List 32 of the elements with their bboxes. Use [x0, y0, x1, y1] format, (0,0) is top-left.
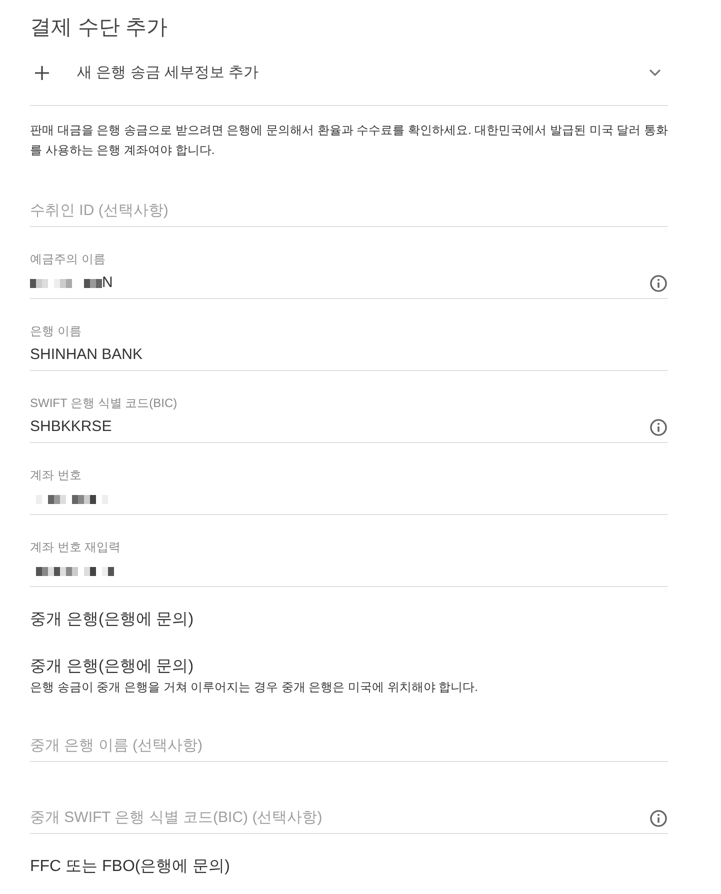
info-icon[interactable] — [650, 810, 667, 826]
field-placeholder: 중개 은행 이름 (선택사항) — [30, 736, 202, 756]
text-field[interactable]: 중개 SWIFT 은행 식별 코드(BIC) (선택사항) — [30, 786, 668, 834]
field-value: SHBKKRSE — [30, 417, 112, 437]
text-field[interactable]: 예금주의 이름 N — [30, 251, 668, 299]
chevron-down-icon — [649, 68, 661, 76]
section-heading: 중개 은행(은행에 문의) — [30, 657, 195, 677]
text-field[interactable]: 수취인 ID (선택사항) — [30, 179, 668, 227]
text-field[interactable]: 중개 은행 이름 (선택사항) — [30, 714, 668, 762]
page-title: 결제 수단 추가 — [30, 15, 169, 41]
section-note: 은행 송금이 중개 은행을 거쳐 이루어지는 경우 중개 은행은 미국에 위치해야 합니다. — [30, 679, 480, 695]
field-placeholder: 중개 SWIFT 은행 식별 코드(BIC) (선택사항) — [30, 808, 322, 828]
field-label: 예금주의 이름 — [30, 251, 106, 267]
field-label: 계좌 번호 — [30, 467, 82, 483]
text-field[interactable]: SWIFT 은행 식별 코드(BIC) SHBKKRSE — [30, 395, 668, 443]
info-icon[interactable] — [650, 274, 667, 292]
info-icon[interactable] — [650, 418, 667, 436]
plus-icon — [35, 66, 49, 80]
notice-text: 판매 대금을 은행 송금으로 받으려면 은행에 문의해서 환율과 수수료를 확인하세요. 대한민국에서 발급된 미국 달러 통화를 사용하는 은행 계좌여야 합니다. — [30, 122, 668, 159]
field-label: 계좌 번호 재입력 — [30, 539, 121, 555]
add-bank-details-row[interactable]: 새 은행 송금 세부정보 추가 — [30, 42, 668, 106]
field-label: SWIFT 은행 식별 코드(BIC) — [30, 395, 178, 411]
field-label: 은행 이름 — [30, 323, 82, 339]
field-placeholder: 수취인 ID (선택사항) — [30, 201, 168, 221]
text-field[interactable]: 계좌 번호 — [30, 467, 668, 515]
field-value: SHINHAN BANK — [30, 345, 143, 365]
text-field[interactable]: 은행 이름 SHINHAN BANK — [30, 323, 668, 371]
field-value: N — [102, 273, 113, 293]
expander-label: 새 은행 송금 세부정보 추가 — [77, 62, 260, 82]
section-heading: 중개 은행(은행에 문의) — [30, 610, 195, 630]
text-field[interactable]: 계좌 번호 재입력 — [30, 539, 668, 587]
section-heading: FFC 또는 FBO(은행에 문의) — [30, 857, 231, 877]
